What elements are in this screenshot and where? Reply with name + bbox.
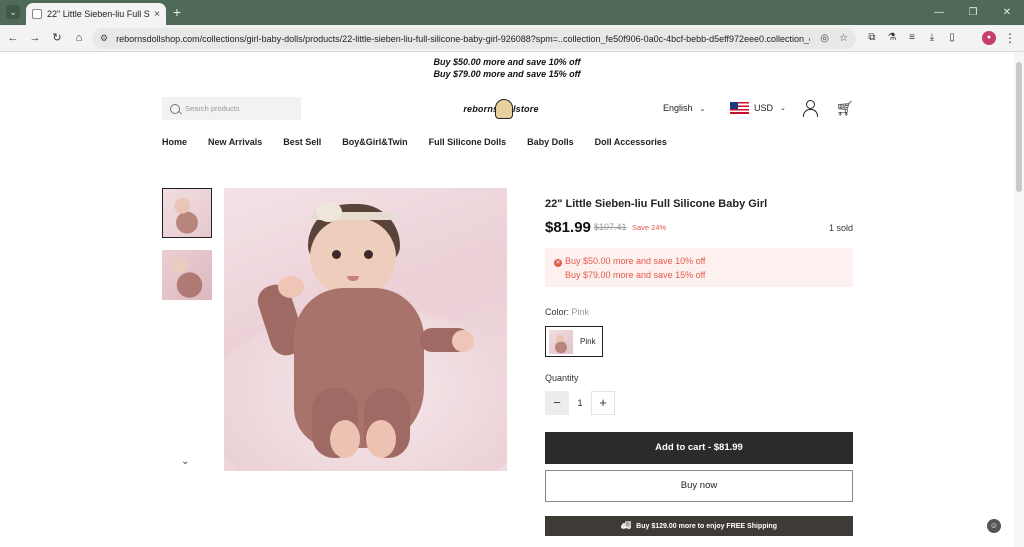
- free-shipping-text: Buy $129.00 more to enjoy FREE Shipping: [636, 523, 777, 530]
- window-controls: — ❐ ✕: [922, 0, 1024, 25]
- window-close-icon[interactable]: ✕: [990, 0, 1024, 25]
- logo-text-right: llstore: [510, 104, 539, 114]
- color-selected-value: Pink: [571, 307, 590, 317]
- home-icon[interactable]: ⌂: [72, 31, 86, 45]
- image-doll-eye: [332, 250, 341, 259]
- image-doll-eye: [364, 250, 373, 259]
- nav-boy-girl-twin[interactable]: Boy&Girl&Twin: [342, 137, 407, 147]
- buy-now-button[interactable]: Buy now: [545, 470, 853, 502]
- store-logo[interactable]: reborns llstore: [456, 97, 546, 121]
- image-doll-hand: [278, 276, 304, 298]
- profile-avatar-icon[interactable]: ●: [982, 31, 996, 45]
- search-icon: [170, 103, 180, 114]
- swatch-image: [549, 329, 573, 354]
- bookmark-star-icon[interactable]: ☆: [839, 33, 848, 44]
- product-price: $81.99: [545, 219, 591, 236]
- main-navigation: Home New Arrivals Best Sell Boy&Girl&Twi…: [162, 137, 688, 147]
- search-input[interactable]: [185, 104, 295, 113]
- us-flag-icon: [730, 102, 749, 114]
- nav-best-sell[interactable]: Best Sell: [283, 137, 321, 147]
- page-scrollbar[interactable]: [1014, 52, 1024, 547]
- new-tab-button[interactable]: +: [170, 3, 184, 21]
- thumbnail-image: [163, 189, 211, 237]
- cart-icon[interactable]: 🛒︎: [836, 100, 854, 116]
- add-to-cart-button[interactable]: Add to cart - $81.99: [545, 432, 853, 464]
- browser-toolbar: ← → ↻ ⌂ ⚙ rebornsdollshop.com/collection…: [0, 25, 1024, 52]
- tab-title: 22" Little Sieben-liu Full Silicone: [47, 9, 150, 19]
- discount-line-1: Buy $50.00 more and save 10% off: [565, 256, 706, 266]
- color-swatch-pink[interactable]: Pink: [545, 326, 603, 357]
- nav-doll-accessories[interactable]: Doll Accessories: [595, 137, 667, 147]
- reload-icon[interactable]: ↻: [50, 31, 64, 45]
- chat-support-icon[interactable]: ☺: [987, 519, 1001, 533]
- browser-tab[interactable]: 22" Little Sieben-liu Full Silicone ×: [26, 3, 166, 25]
- download-icon[interactable]: ⤓: [922, 30, 942, 46]
- page-favicon-icon: [32, 9, 42, 19]
- image-doll-head: [310, 218, 396, 296]
- account-icon[interactable]: [802, 100, 818, 117]
- back-icon[interactable]: ←: [6, 31, 20, 45]
- nav-full-silicone-dolls[interactable]: Full Silicone Dolls: [429, 137, 507, 147]
- product-main-image[interactable]: [224, 188, 507, 471]
- image-headband-bow: [316, 202, 342, 222]
- quantity-input[interactable]: 1: [570, 391, 590, 415]
- browser-tab-strip: ⌄ 22" Little Sieben-liu Full Silicone × …: [0, 0, 1024, 25]
- eye-off-icon[interactable]: ◎: [820, 33, 829, 44]
- search-box[interactable]: [162, 97, 301, 120]
- truck-icon: 🚚︎: [621, 521, 632, 530]
- forward-icon[interactable]: →: [28, 31, 42, 45]
- web-page: Buy $50.00 more and save 10% off Buy $79…: [0, 52, 1014, 547]
- color-label-text: Color:: [545, 307, 570, 317]
- original-price: $107.41: [594, 222, 627, 232]
- promo-line-1: Buy $50.00 more and save 10% off: [433, 57, 581, 67]
- browser-menu-icon[interactable]: ⋮: [1004, 31, 1016, 45]
- chevron-down-icon: ⌄: [699, 106, 706, 113]
- tab-close-icon[interactable]: ×: [154, 9, 160, 20]
- nav-baby-dolls[interactable]: Baby Dolls: [527, 137, 574, 147]
- save-badge: Save 24%: [632, 223, 667, 232]
- site-info-icon[interactable]: ⚙: [100, 33, 108, 44]
- product-thumbnail-2[interactable]: [162, 250, 212, 300]
- promo-banner: Buy $50.00 more and save 10% off Buy $79…: [0, 56, 1014, 80]
- quantity-decrease-button[interactable]: −: [545, 391, 569, 415]
- side-panel-icon[interactable]: ▯: [942, 30, 962, 46]
- chevron-down-icon: ⌄: [780, 105, 786, 112]
- image-doll-hand: [452, 330, 474, 352]
- media-queue-icon[interactable]: ≡: [902, 30, 922, 46]
- image-doll-foot: [330, 420, 360, 458]
- product-thumbnail-1[interactable]: [162, 188, 212, 238]
- tab-search-icon[interactable]: ⌄: [6, 5, 20, 19]
- logo-text-left: reborns: [463, 104, 499, 114]
- labs-flask-icon[interactable]: ⚗: [882, 30, 902, 46]
- quantity-increase-button[interactable]: +: [591, 391, 615, 415]
- nav-new-arrivals[interactable]: New Arrivals: [208, 137, 262, 147]
- restore-icon[interactable]: ❐: [956, 0, 990, 25]
- quantity-label: Quantity: [545, 373, 579, 383]
- minimize-icon[interactable]: —: [922, 0, 956, 25]
- swatch-label: Pink: [580, 337, 596, 346]
- language-value: English: [663, 103, 693, 113]
- alert-icon: ✕: [554, 259, 562, 267]
- discount-line-2: Buy $79.00 more and save 15% off: [565, 270, 706, 280]
- extensions-icon[interactable]: ⧉: [862, 30, 882, 46]
- thumbnail-image: [162, 250, 212, 300]
- doll-logo-icon: [495, 99, 514, 119]
- currency-value: USD: [754, 103, 774, 113]
- scrollbar-thumb[interactable]: [1016, 62, 1022, 192]
- nav-home[interactable]: Home: [162, 137, 187, 147]
- address-bar[interactable]: ⚙ rebornsdollshop.com/collections/girl-b…: [92, 28, 856, 49]
- sold-count: 1 sold: [829, 223, 854, 233]
- url-text[interactable]: rebornsdollshop.com/collections/girl-bab…: [116, 34, 810, 44]
- discount-notice: ✕ Buy $50.00 more and save 10% off Buy $7…: [545, 248, 853, 287]
- free-shipping-bar: 🚚︎ Buy $129.00 more to enjoy FREE Shippin…: [545, 516, 853, 536]
- language-selector[interactable]: English ⌄: [663, 103, 705, 113]
- currency-selector[interactable]: USD ⌄: [730, 102, 786, 114]
- toolbar-extensions: ⧉ ⚗ ≡ ⤓ ▯: [862, 30, 962, 46]
- gallery-next-chevron-icon[interactable]: ⌄: [181, 456, 189, 467]
- color-option-label: Color: Pink: [545, 307, 589, 317]
- image-doll-foot: [366, 420, 396, 458]
- promo-line-2: Buy $79.00 more and save 15% off: [433, 69, 581, 79]
- product-title: 22" Little Sieben-liu Full Silicone Baby…: [545, 198, 768, 210]
